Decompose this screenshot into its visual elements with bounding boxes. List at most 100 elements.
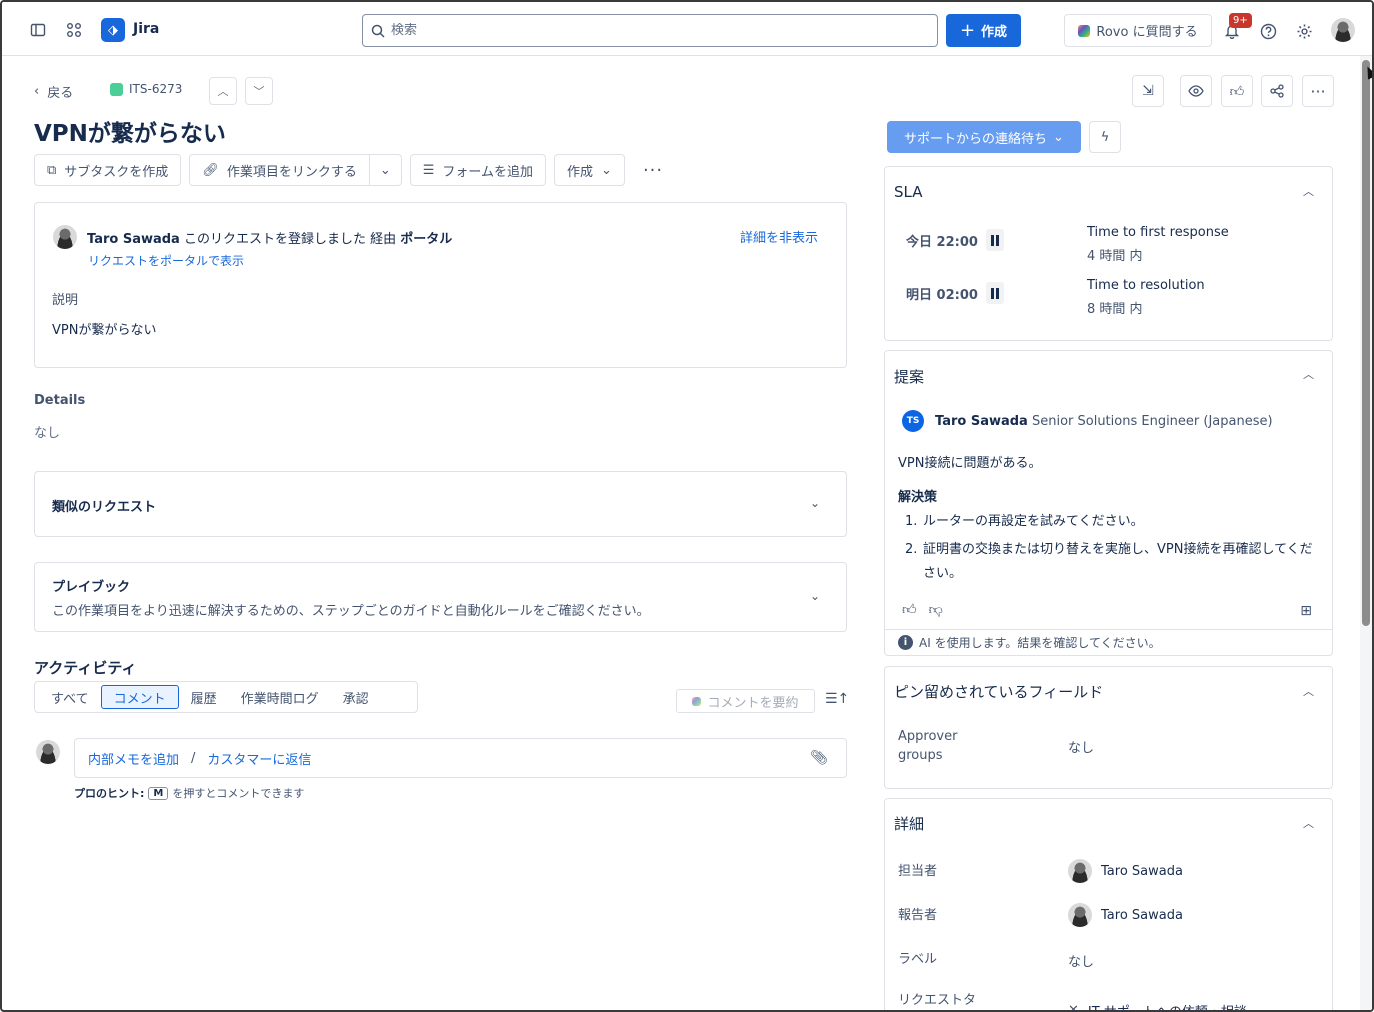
assignee-avatar [1068, 859, 1092, 883]
suggestion-text: VPN接続に問題がある。 [898, 456, 1042, 471]
add-comment-icon[interactable]: ⊞ [1300, 603, 1312, 619]
sla-first-response-time: 今日 22:00 [906, 229, 1004, 251]
add-internal-note-link[interactable]: 内部メモを追加 [88, 749, 179, 768]
ai-disclaimer-text: AI を使用します。結果を確認してください。 [919, 636, 1161, 650]
app-name[interactable]: Jira [133, 21, 159, 37]
description-label: 説明 [52, 293, 79, 308]
chevron-up-icon[interactable]: ︿ [1303, 183, 1314, 199]
create-button[interactable]: + 作成 [946, 14, 1021, 47]
tab-comments[interactable]: コメント [100, 685, 179, 709]
chevron-up-icon[interactable]: ︿ [1303, 683, 1314, 699]
summarize-comments-button[interactable]: コメントを要約 [676, 689, 815, 713]
chevron-down-icon[interactable]: ⌄ [810, 496, 820, 510]
create-dropdown-label: 作成 [567, 164, 594, 180]
app-switcher-icon[interactable] [62, 18, 86, 42]
tab-approvals[interactable]: 承認 [331, 685, 381, 709]
search-box[interactable] [362, 14, 938, 47]
tab-history[interactable]: 履歴 [179, 685, 229, 709]
like-thumbs-up-icon[interactable]: 👍︎ [1221, 75, 1253, 107]
labels-label: ラベル [898, 952, 938, 967]
create-dropdown-button[interactable]: 作成 ⌄ [554, 154, 625, 186]
link-issue-dropdown[interactable]: ⌄ [369, 154, 402, 186]
more-options-icon[interactable]: ··· [1302, 75, 1334, 107]
description-text[interactable]: VPNが繋がらない [52, 319, 156, 338]
reporter-label: 報告者 [898, 908, 938, 923]
search-input[interactable] [391, 23, 911, 38]
chevron-up-icon[interactable]: ︿ [1303, 366, 1314, 382]
issue-key-breadcrumb[interactable]: ITS-6273 [110, 82, 182, 96]
pinned-fields-heading: ピン留めされているフィールド [894, 683, 1104, 701]
request-type-value[interactable]: ✕ IT サポートへの依頼・相談 [1068, 1001, 1247, 1012]
reply-to-customer-link[interactable]: カスタマーに返信 [207, 749, 311, 768]
thumbs-down-icon[interactable]: 👎︎ [929, 601, 943, 618]
create-subtask-button[interactable]: ⧉ サブタスクを作成 [34, 154, 182, 186]
suggestion-heading: 提案 [894, 368, 925, 386]
request-type-icon: ✕ [1068, 1003, 1079, 1012]
scrollbar-thumb[interactable] [1362, 60, 1370, 626]
share-icon[interactable] [1261, 75, 1293, 107]
next-issue-button[interactable]: ﹀ [245, 77, 273, 105]
issue-title[interactable]: VPNが繋がらない [34, 114, 226, 148]
request-type-name: IT サポートへの依頼・相談 [1088, 1001, 1247, 1010]
info-icon: i [898, 635, 913, 650]
create-subtask-label: サブタスクを作成 [64, 164, 169, 180]
pause-icon [985, 282, 1004, 304]
step-number: 1. [905, 514, 918, 529]
add-form-button[interactable]: ☰ フォームを追加 [409, 154, 547, 186]
status-dropdown-button[interactable]: サポートからの連絡待ち ⌄ [887, 121, 1081, 153]
pro-tip: プロのヒント: M を押すとコメントできます [74, 785, 304, 801]
reporter-name[interactable]: Taro Sawada [87, 232, 180, 247]
chevron-up-icon[interactable]: ︿ [1303, 815, 1314, 831]
thumbs-up-icon[interactable]: 👍︎ [902, 601, 917, 618]
author-initials-avatar: TS [902, 410, 924, 432]
settings-gear-icon[interactable] [1292, 19, 1316, 43]
help-icon[interactable] [1256, 19, 1280, 43]
more-actions-icon[interactable]: ··· [633, 154, 673, 186]
sort-order-icon[interactable]: ☰↑ [825, 691, 849, 707]
details-panel-heading: 詳細 [894, 815, 925, 833]
user-avatar[interactable] [1331, 18, 1355, 42]
sla-resolution-time: 明日 02:00 [906, 282, 1004, 304]
automation-lightning-icon[interactable]: ϟ [1089, 121, 1121, 153]
similar-requests-section[interactable]: 類似のリクエスト ⌄ [34, 471, 847, 537]
sidebar-toggle-icon[interactable] [26, 18, 50, 42]
playbook-section[interactable]: プレイブック この作業項目をより迅速に解決するための、ステップごとのガイドと自動… [34, 562, 847, 632]
issue-key: ITS-6273 [129, 82, 183, 96]
ask-rovo-label: Rovo に質問する [1096, 25, 1198, 40]
assignee-field[interactable]: Taro Sawada [1068, 859, 1183, 883]
ai-disclaimer: i AI を使用します。結果を確認してください。 [885, 629, 1332, 655]
comment-input[interactable]: 内部メモを追加 / カスタマーに返信 📎︎ [74, 738, 847, 778]
issue-action-bar: ⧉ サブタスクを作成 🔗︎ 作業項目をリンクする ⌄ ☰ フォームを追加 作成 … [34, 154, 673, 186]
reporter-avatar[interactable] [53, 225, 77, 249]
add-form-label: フォームを追加 [442, 164, 534, 180]
back-link[interactable]: ‹ 戻る [34, 82, 73, 101]
suggestion-feedback: 👍︎ 👎︎ [902, 601, 943, 618]
notification-count-badge: 9+ [1229, 13, 1252, 28]
sla-resolution-name: Time to resolution [1087, 278, 1205, 293]
feedback-icon[interactable]: ⇲ [1132, 75, 1164, 107]
previous-issue-button[interactable]: ︿ [209, 77, 237, 105]
link-issue-button[interactable]: 🔗︎ 作業項目をリンクする [189, 154, 370, 186]
reporter-avatar [1068, 903, 1092, 927]
labels-value[interactable]: なし [1068, 951, 1094, 970]
suggestion-author-name: Taro Sawada [935, 414, 1028, 429]
sla-time-value: 明日 02:00 [906, 287, 978, 303]
ask-rovo-button[interactable]: Rovo に質問する [1064, 14, 1212, 47]
approver-groups-value[interactable]: なし [1068, 737, 1094, 756]
activity-heading: アクティビティ [34, 659, 137, 677]
commenter-avatar [36, 740, 60, 764]
chevron-down-icon: ⌄ [601, 162, 612, 178]
view-in-portal-link[interactable]: リクエストをポータルで表示 [88, 252, 244, 269]
tab-all[interactable]: すべて [39, 685, 101, 709]
status-label: サポートからの連絡待ち [904, 131, 1048, 147]
tab-worklog[interactable]: 作業時間ログ [229, 685, 331, 709]
jira-logo-icon[interactable]: ⬗ [101, 18, 125, 42]
search-icon [371, 24, 385, 38]
watch-eye-icon[interactable] [1180, 75, 1212, 107]
reporter-field[interactable]: Taro Sawada [1068, 903, 1183, 927]
attachment-paperclip-icon[interactable]: 📎︎ [810, 750, 828, 766]
hide-details-link[interactable]: 詳細を非表示 [740, 227, 818, 246]
subtask-icon: ⧉ [47, 162, 57, 178]
page-scrollbar[interactable] [1360, 56, 1372, 1010]
chevron-down-icon[interactable]: ⌄ [810, 589, 820, 603]
